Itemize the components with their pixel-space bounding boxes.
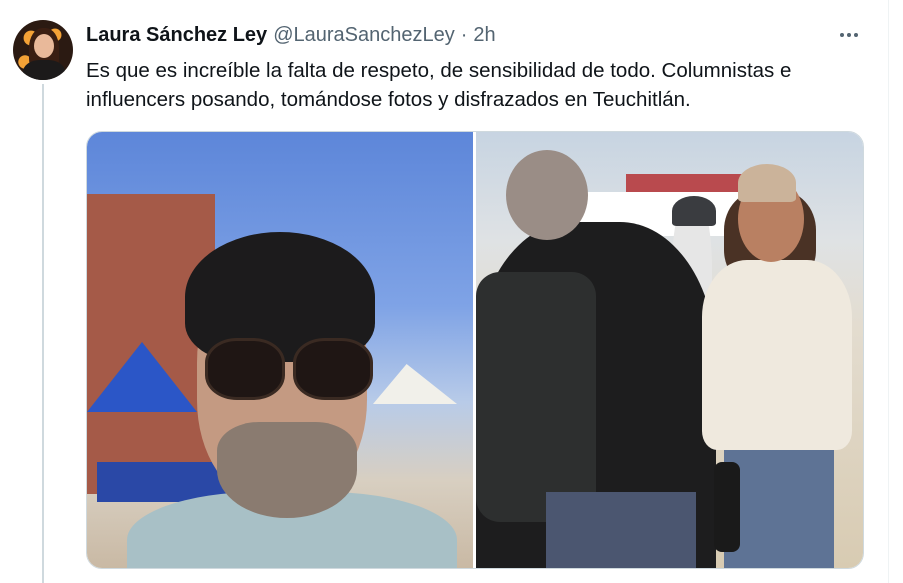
tweet-text: Es que es increíble la falta de respeto,…: [86, 59, 792, 111]
backpack: [476, 272, 596, 522]
tweet[interactable]: Laura Sánchez Ley @LauraSanchezLey · 2h …: [0, 0, 889, 583]
white-tent: [373, 364, 457, 404]
author-handle[interactable]: @LauraSanchezLey: [273, 24, 455, 47]
more-horizontal-icon: [854, 33, 858, 37]
separator-dot: ·: [460, 23, 468, 46]
tweet-timestamp[interactable]: 2h: [473, 24, 495, 47]
tweet-header: Laura Sánchez Ley @LauraSanchezLey · 2h: [86, 22, 496, 48]
avatar-face: [34, 34, 54, 58]
avatar[interactable]: [13, 20, 73, 80]
more-horizontal-icon: [840, 33, 844, 37]
more-options-button[interactable]: [836, 22, 862, 48]
tweet-media: [86, 131, 864, 569]
cameraman-jeans: [546, 492, 696, 568]
thread-line: [42, 84, 44, 583]
woman-jacket: [702, 260, 852, 450]
man-beard: [217, 422, 357, 518]
author-name[interactable]: Laura Sánchez Ley: [86, 24, 267, 47]
water-bottle: [714, 462, 740, 552]
officer-helmet: [672, 196, 716, 226]
sunglasses: [205, 338, 373, 400]
avatar-body: [23, 60, 65, 80]
woman-cap: [738, 164, 796, 202]
photo-woman-cameraman[interactable]: [476, 132, 863, 568]
woman-jeans: [724, 432, 834, 568]
photo-man-sunglasses[interactable]: [87, 132, 473, 568]
cameraman-head: [506, 150, 588, 240]
more-horizontal-icon: [847, 33, 851, 37]
